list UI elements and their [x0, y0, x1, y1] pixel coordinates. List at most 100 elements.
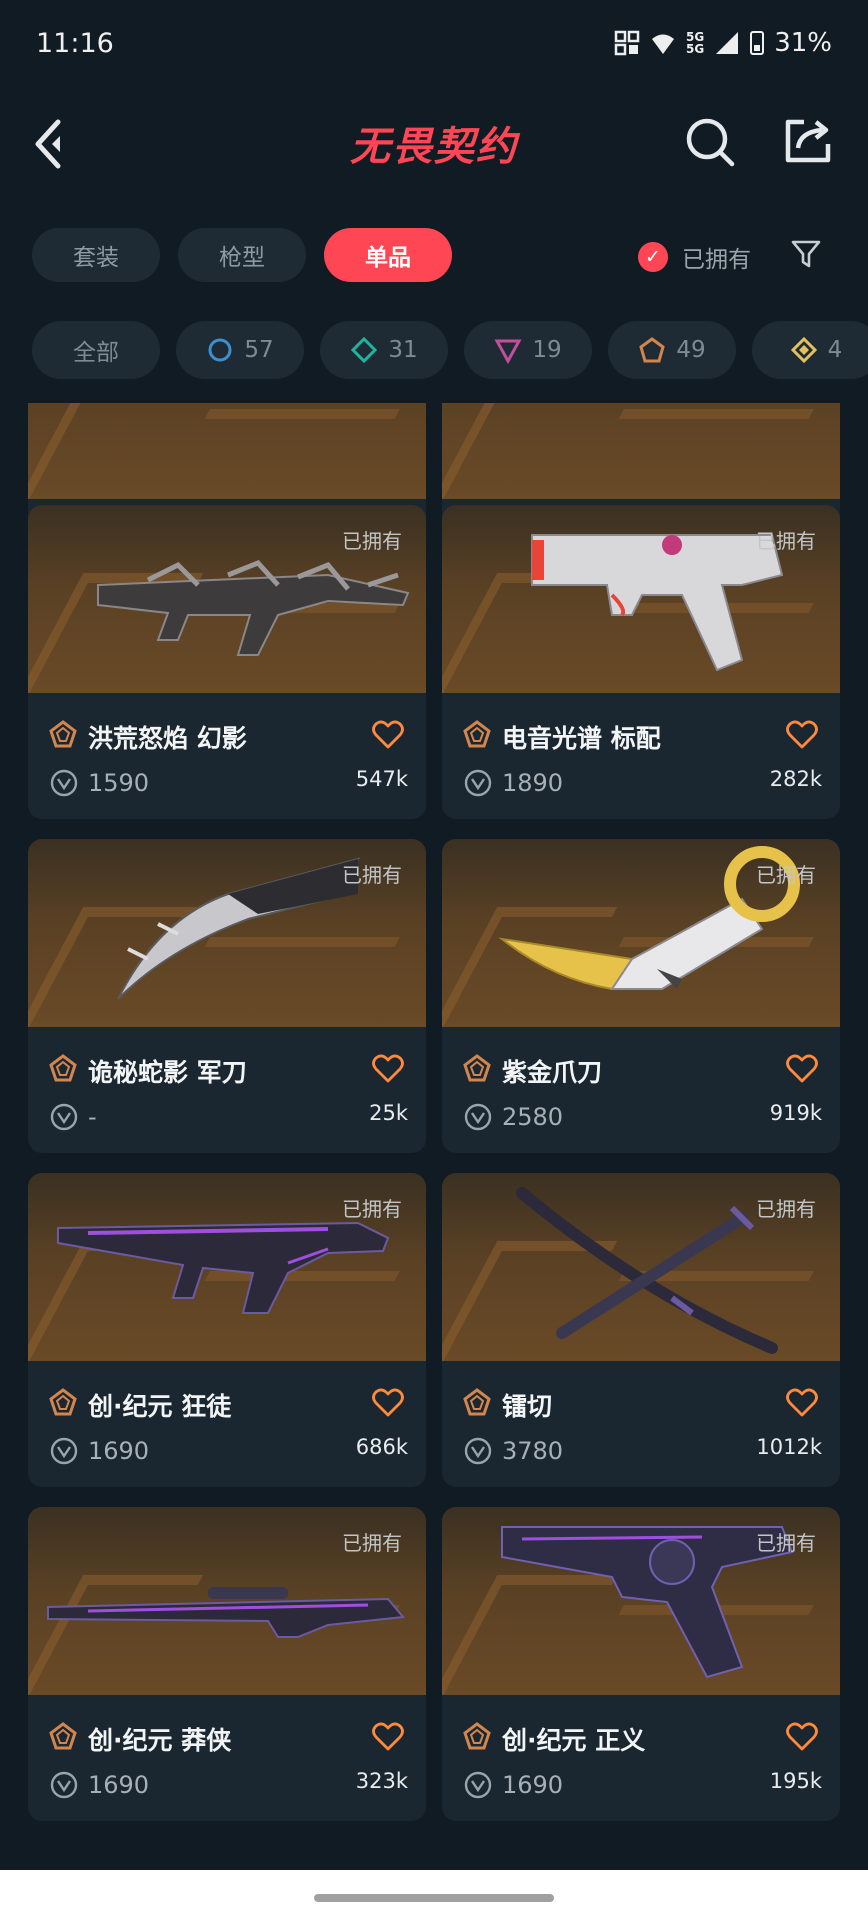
skin-image: 已拥有: [442, 839, 840, 1027]
skin-name: 镭切: [502, 1392, 553, 1421]
heart-icon[interactable]: [372, 1053, 404, 1085]
valorant-points-icon: [464, 1437, 492, 1465]
valorant-points-icon: [464, 1771, 492, 1799]
exclusive-tier-icon: [463, 1054, 491, 1082]
exclusive-tier-icon: [463, 1722, 491, 1750]
like-count: 282k: [769, 767, 822, 791]
chip-exclusive-tier[interactable]: 49: [608, 321, 736, 379]
exclusive-tier-icon: [49, 1388, 77, 1416]
like-count: 919k: [769, 1101, 822, 1125]
weapon-image: [28, 403, 426, 499]
skin-price: 1590: [88, 769, 150, 797]
owned-filter-label: 已拥有: [682, 247, 751, 273]
like-count: 195k: [769, 1769, 822, 1793]
chip-premium-tier[interactable]: 19: [464, 321, 592, 379]
heart-icon[interactable]: [786, 719, 818, 751]
owned-tag: 已拥有: [756, 529, 816, 553]
heart-icon[interactable]: [372, 1721, 404, 1753]
category-tabs: 套装 枪型 单品 ✓ 已拥有: [0, 198, 868, 313]
tab-weapon-types[interactable]: 枪型: [178, 228, 306, 282]
skin-price: 3780: [502, 1437, 564, 1465]
heart-icon[interactable]: [786, 1387, 818, 1419]
skin-name: 诡秘蛇影 军刀: [88, 1058, 247, 1087]
signal-icon: [716, 32, 739, 54]
skin-price: 2580: [502, 1103, 564, 1131]
status-icons: 5G 5G 31%: [614, 28, 832, 58]
rarity-filter-row: 全部 57 31 19 49 4: [0, 313, 868, 403]
skin-card[interactable]: 已拥有 紫金爪刀 2580 919k: [442, 839, 840, 1153]
owned-tag: 已拥有: [342, 1197, 402, 1221]
owned-tag: 已拥有: [756, 863, 816, 887]
valorant-points-icon: [50, 769, 78, 797]
owned-filter-toggle[interactable]: ✓ 已拥有: [638, 240, 751, 274]
tab-bundles[interactable]: 套装: [32, 228, 160, 282]
skin-card[interactable]: 已拥有 诡秘蛇影 军刀 - 25k: [28, 839, 426, 1153]
chip-all[interactable]: 全部: [32, 321, 160, 379]
heart-icon[interactable]: [372, 719, 404, 751]
owned-tag: 已拥有: [342, 1531, 402, 1555]
chip-count: 31: [388, 337, 418, 363]
premium-tier-icon: [494, 339, 522, 364]
search-icon[interactable]: [684, 116, 736, 168]
skin-info: 电音光谱 标配 1890 282k: [442, 693, 840, 819]
skin-image: 已拥有: [28, 839, 426, 1027]
select-tier-icon: [208, 338, 232, 362]
wifi-icon: [652, 34, 674, 54]
chip-deluxe-tier[interactable]: 31: [320, 321, 448, 379]
filter-icon[interactable]: [790, 238, 822, 270]
skin-price: 1690: [88, 1771, 150, 1799]
skin-name: 创·纪元 莽侠: [88, 1726, 232, 1755]
skin-name: 电音光谱 标配: [502, 724, 661, 753]
skin-info: 镭切 3780 1012k: [442, 1361, 840, 1487]
valorant-points-icon: [464, 769, 492, 797]
skin-card[interactable]: 已拥有 电音光谱 标配 1890 282k: [442, 505, 840, 819]
skin-name: 创·纪元 正义: [502, 1726, 646, 1755]
like-count: 686k: [355, 1435, 408, 1459]
skin-image: 已拥有: [442, 1507, 840, 1695]
skin-info: 创·纪元 莽侠 1690 323k: [28, 1695, 426, 1821]
skin-card[interactable]: 已拥有 洪荒怒焰 幻影 1590 547k: [28, 505, 426, 819]
battery-icon: [750, 31, 765, 55]
skin-name: 创·纪元 狂徒: [88, 1392, 232, 1421]
chip-all-label: 全部: [73, 340, 119, 366]
exclusive-tier-icon: [463, 720, 491, 748]
network-type: 5G 5G: [686, 30, 705, 56]
system-nav-area: [0, 1870, 868, 1920]
skin-card[interactable]: 已拥有 创·纪元 狂徒 1690 686k: [28, 1173, 426, 1487]
heart-icon[interactable]: [372, 1387, 404, 1419]
chip-count: 19: [532, 337, 562, 363]
skin-card[interactable]: 已拥有 创·纪元 莽侠 1690 323k: [28, 1507, 426, 1821]
status-bar: 11:16 5G 5G 31%: [0, 0, 868, 86]
like-count: 1012k: [756, 1435, 822, 1459]
skin-info: 创·纪元 正义 1690 195k: [442, 1695, 840, 1821]
deluxe-tier-icon: [351, 336, 378, 364]
share-icon[interactable]: [782, 114, 834, 166]
skin-image: [28, 403, 426, 499]
exclusive-tier-icon: [463, 1388, 491, 1416]
skin-image: [442, 403, 840, 499]
skin-image: 已拥有: [28, 1507, 426, 1695]
like-count: 25k: [369, 1101, 408, 1125]
skin-card[interactable]: 已拥有 创·纪元 正义 1690 195k: [442, 1507, 840, 1821]
owned-tag: 已拥有: [342, 863, 402, 887]
exclusive-tier-icon: [49, 720, 77, 748]
skin-grid: RGX 11z Pro 狂徒 1590 937k 僵尸电龙 狂徒: [0, 403, 868, 1870]
skin-price: 1690: [88, 1437, 150, 1465]
battery-level: 31%: [774, 28, 832, 58]
valorant-points-icon: [50, 1103, 78, 1131]
valorant-points-icon: [464, 1103, 492, 1131]
chip-select-tier[interactable]: 57: [176, 321, 304, 379]
heart-icon[interactable]: [786, 1721, 818, 1753]
exclusive-tier-icon: [49, 1054, 77, 1082]
home-indicator[interactable]: [314, 1894, 554, 1902]
chip-count: 49: [676, 337, 706, 363]
valorant-points-icon: [50, 1771, 78, 1799]
tab-items[interactable]: 单品: [324, 228, 452, 282]
ultra-tier-icon: [790, 336, 817, 364]
exclusive-tier-icon: [639, 337, 666, 363]
skin-card[interactable]: 已拥有 镭切 3780 1012k: [442, 1173, 840, 1487]
heart-icon[interactable]: [786, 1053, 818, 1085]
weapon-image: [442, 403, 840, 499]
chip-ultra-tier[interactable]: 4: [752, 321, 868, 379]
page-title: 无畏契约: [350, 124, 518, 170]
